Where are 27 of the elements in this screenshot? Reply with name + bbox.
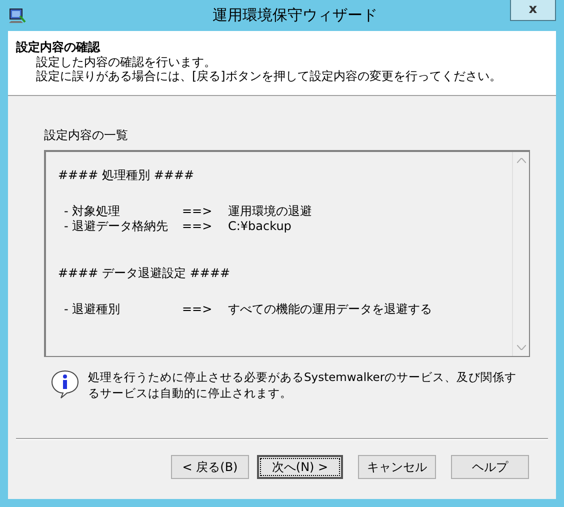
info-icon (50, 369, 80, 401)
page-title: 設定内容の確認 (16, 39, 102, 55)
wizard-button[interactable]: キャンセル (358, 455, 436, 479)
section-heading: #### データ退避設定 #### (58, 266, 230, 280)
arrow-text: ==> (182, 218, 214, 235)
scroll-down-icon[interactable] (516, 345, 526, 350)
item-label: - 対象処理 (64, 203, 122, 220)
item-label: - 退避種別 (64, 301, 122, 318)
item-value: C:¥backup (228, 218, 292, 235)
item-label: - 退避データ格納先 (64, 218, 170, 235)
wizard-button[interactable]: ヘルプ (451, 455, 529, 479)
arrow-text: ==> (182, 301, 214, 318)
app-icon (8, 6, 26, 24)
description-line: 設定した内容の確認を行います。 (35, 55, 217, 69)
info-message: 処理を行うために停止させる必要があるSystemwalkerのサービス、及び関係するサービスは自動的に停止されます。 (88, 369, 518, 401)
close-button[interactable]: x (510, 0, 556, 21)
wizard-button[interactable]: 次へ(N) > (257, 455, 343, 479)
summary-textbox[interactable]: #### 処理種別 #### - 対象処理 ==> 運用環境の退避 - 退避データ格納先 ==> C:¥backup #### データ退避設定 #### - 退避種別 ==> すべての機能の運用データを退避する (44, 150, 530, 357)
section-heading: #### 処理種別 #### (58, 168, 194, 182)
item-value: 運用環境の退避 (228, 203, 313, 220)
item-value: すべての機能の運用データを退避する (228, 301, 433, 318)
scroll-up-icon[interactable] (516, 158, 526, 163)
window-title: 運用環境保守ウィザード (212, 5, 378, 26)
list-label: 設定内容の一覧 (44, 127, 129, 144)
wizard-button[interactable]: < 戻る(B) (171, 455, 249, 479)
arrow-text: ==> (182, 203, 214, 220)
description-line: 設定に誤りがある場合には、[戻る]ボタンを押して設定内容の変更を行ってください。 (35, 69, 502, 83)
